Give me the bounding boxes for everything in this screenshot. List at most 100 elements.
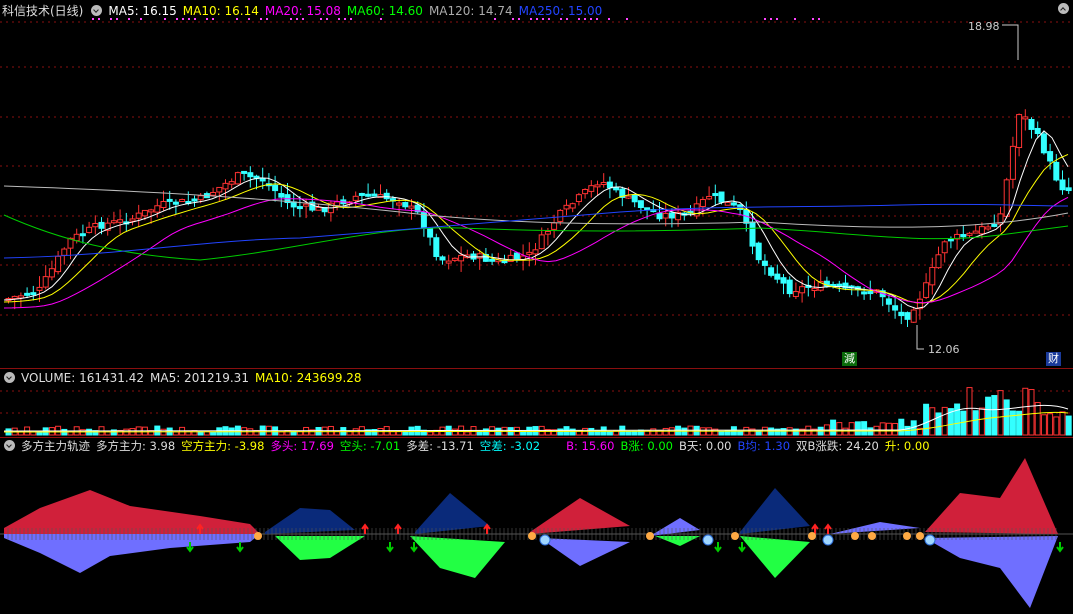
signal-dot: [236, 18, 238, 20]
volume-bar: [718, 431, 725, 436]
signal-dot: [164, 18, 166, 20]
volume-bar: [954, 403, 961, 436]
down-arrow-icon: [386, 542, 394, 553]
signal-dot: [194, 18, 196, 20]
signal-dot: [542, 18, 544, 20]
signal-dot: [578, 18, 580, 20]
bear-peak-area: [415, 493, 490, 534]
signal-dot: [770, 18, 772, 20]
candlestick: [1059, 179, 1066, 191]
price-chart: [0, 18, 1073, 350]
signal-dot: [176, 18, 178, 20]
hand-signal-icon: [916, 532, 924, 540]
indicator-pane[interactable]: 多方主力轨迹 多方主力: 3.98 空方主力: -3.98 多头: 17.69 空头: …: [0, 438, 1073, 614]
signal-dot: [566, 18, 568, 20]
candlestick: [166, 198, 173, 202]
volume-pane[interactable]: VOLUME: 161431.42 MA5: 201219.31 MA10: 243…: [0, 369, 1073, 437]
candlestick: [730, 202, 737, 206]
hand-signal-icon: [868, 532, 876, 540]
candlestick: [557, 209, 564, 222]
candlestick: [929, 266, 936, 286]
signal-dot: [326, 18, 328, 20]
volume-bar: [966, 387, 973, 436]
volume-bar: [464, 431, 471, 436]
candlestick: [383, 192, 390, 200]
candlestick: [160, 201, 167, 209]
candlestick: [985, 226, 992, 230]
candlestick: [544, 231, 551, 235]
candlestick: [892, 305, 899, 311]
signal-dot: [212, 18, 214, 20]
volume-bar: [1053, 416, 1060, 436]
candlestick: [526, 251, 533, 255]
candlestick: [197, 195, 204, 201]
jian-marker: 減: [842, 352, 857, 366]
volume-bar: [1034, 402, 1041, 436]
candlestick: [780, 277, 787, 284]
signal-dot: [548, 18, 550, 20]
up-arrow-icon: [361, 523, 369, 534]
candlestick: [451, 257, 458, 261]
low-pointer: [916, 325, 924, 350]
volume-bar: [985, 396, 992, 436]
cai-marker: 财: [1046, 352, 1061, 366]
candlestick: [191, 198, 198, 202]
signal-dot: [626, 18, 628, 20]
bear-area: [650, 518, 700, 536]
signal-dot: [584, 18, 586, 20]
signal-dot: [338, 18, 340, 20]
volume-bar: [1059, 411, 1066, 436]
signal-dot: [320, 18, 322, 20]
candlestick: [61, 248, 68, 256]
down-arrow-icon: [738, 542, 746, 553]
volume-bar: [650, 428, 657, 436]
signal-dot: [116, 18, 118, 20]
candlestick: [141, 209, 148, 217]
candlestick: [631, 194, 638, 203]
volume-bar: [885, 422, 892, 436]
candlestick: [501, 260, 508, 264]
candlestick: [1053, 161, 1060, 181]
volume-bar: [854, 421, 861, 436]
candlestick: [600, 182, 607, 186]
signal-dot: [776, 18, 778, 20]
candlestick: [637, 200, 644, 208]
candlestick: [30, 292, 37, 296]
candlestick: [532, 249, 539, 255]
hand-signal-icon: [851, 532, 859, 540]
volume-bar: [879, 422, 886, 436]
candlestick: [234, 172, 241, 185]
candlestick: [960, 234, 967, 238]
candlestick: [668, 212, 675, 219]
signal-dot: [512, 18, 514, 20]
candlestick: [898, 311, 905, 317]
candlestick: [334, 201, 341, 207]
candlestick: [513, 252, 520, 260]
bull-area: [925, 458, 1058, 534]
candlestick: [79, 233, 86, 237]
volume-bar: [1022, 387, 1029, 436]
candlestick: [786, 279, 793, 295]
candlestick: [966, 232, 973, 236]
signal-dot: [140, 18, 142, 20]
up-arrow-icon: [824, 523, 832, 534]
candlestick: [272, 184, 279, 192]
down-arrow-icon: [1056, 542, 1064, 553]
candlestick: [811, 288, 818, 292]
candlestick: [98, 221, 105, 229]
candlestick: [569, 203, 576, 209]
volume-bar: [631, 430, 638, 436]
down-arrow-icon: [236, 542, 244, 553]
bear-area: [925, 536, 1058, 608]
bull-trough-area: [740, 536, 810, 578]
candlestick: [1016, 114, 1023, 149]
candlestick: [699, 199, 706, 208]
candlestick: [445, 260, 452, 264]
signal-dot: [350, 18, 352, 20]
volume-bar: [606, 431, 613, 436]
volume-bar: [1065, 415, 1072, 436]
high-price-label: 18.98: [968, 20, 1000, 33]
volume-bar: [1040, 414, 1047, 436]
candlestick: [42, 276, 49, 288]
price-pane[interactable]: 科信技术(日线) MA5: 16.15 MA10: 16.14 MA20: 15.08…: [0, 0, 1073, 368]
